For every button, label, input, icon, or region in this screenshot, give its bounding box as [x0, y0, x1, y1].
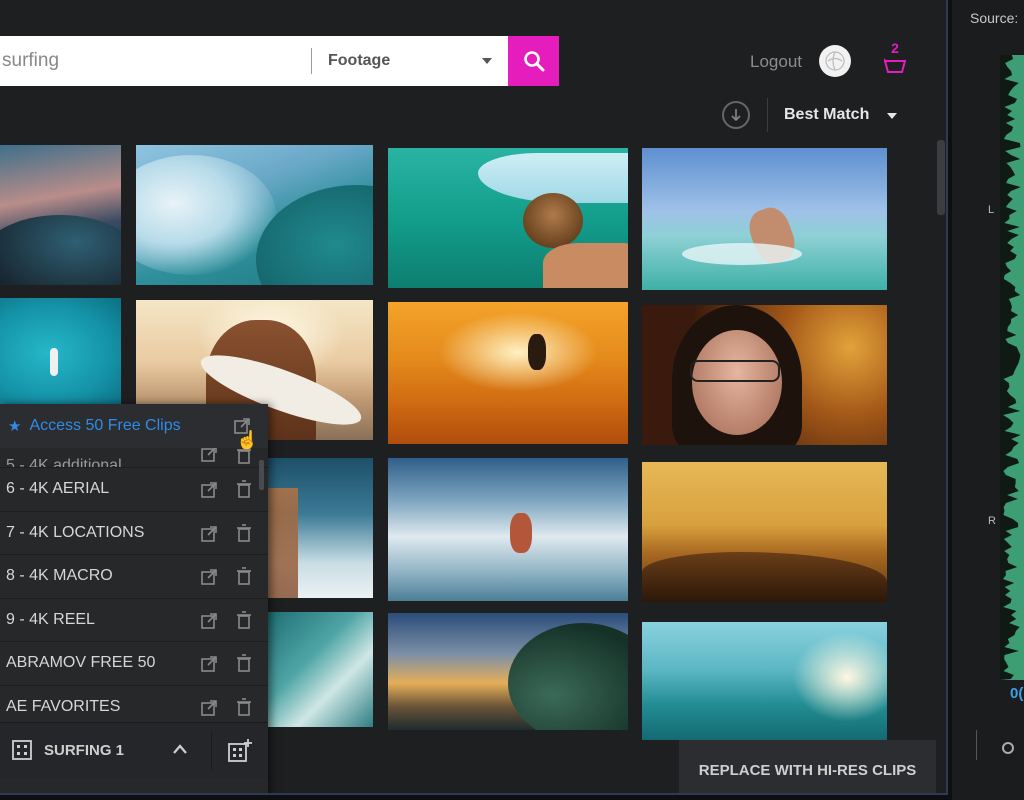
thumbnail-wave-curl-close[interactable]: [268, 612, 373, 727]
replace-with-hi-res-button[interactable]: REPLACE WITH HI-RES CLIPS: [679, 740, 936, 793]
thumbnail-image: [508, 623, 628, 730]
thumbnail-surfer-barrel-wave[interactable]: [136, 145, 373, 285]
arrow-down-icon: [731, 109, 741, 122]
thumbnail-image: [792, 632, 887, 722]
thumbnail-woman-glasses-bokeh[interactable]: [642, 305, 887, 445]
footer-divider: [211, 731, 212, 771]
source-monitor-panel: Source: L R 0(: [952, 0, 1024, 800]
media-type-dropdown[interactable]: Footage: [312, 36, 508, 86]
waveform-graphic: [1000, 55, 1021, 680]
thumbnail-image: [523, 193, 583, 248]
collection-name: 8 - 4K MACRO: [6, 567, 113, 585]
source-label: Source:: [970, 10, 1019, 26]
trash-icon[interactable]: [236, 567, 252, 585]
search-bar: Footage: [0, 36, 508, 86]
thumbnail-image: [528, 334, 546, 370]
external-link-icon[interactable]: [201, 482, 217, 498]
trash-icon[interactable]: [236, 523, 252, 542]
thumbnail-image: [543, 243, 628, 288]
external-link-icon[interactable]: [201, 612, 217, 629]
collection-name: AE FAVORITES: [6, 697, 121, 715]
avatar[interactable]: [819, 45, 851, 77]
access-free-clips-link[interactable]: ★ Access 50 Free Clips ☝: [0, 404, 268, 450]
access-free-clips-label: Access 50 Free Clips: [29, 417, 181, 434]
cart-count: 2: [891, 40, 899, 56]
cart-button[interactable]: 2: [880, 40, 910, 80]
timecode-display[interactable]: 0(: [1010, 685, 1023, 702]
thumbnail-pov-surfer-tube[interactable]: [388, 148, 628, 288]
thumbnail-aerial-surfer-turquoise[interactable]: [0, 298, 121, 408]
external-link-icon[interactable]: [201, 448, 217, 462]
audio-waveform: [1000, 55, 1024, 680]
collection-name: 6 - 4K AERIAL: [6, 480, 110, 498]
collection-item[interactable]: 9 - 4K REEL: [0, 599, 268, 642]
search-button[interactable]: [508, 36, 559, 86]
external-link-icon[interactable]: [201, 656, 217, 672]
thumbnail-surf-tube-sunset[interactable]: [0, 145, 121, 285]
external-link-icon[interactable]: [201, 699, 217, 716]
user-avatar-icon: [825, 51, 845, 71]
collection-name: 9 - 4K REEL: [6, 610, 95, 628]
chevron-up-icon[interactable]: [172, 743, 188, 755]
logout-link[interactable]: Logout: [750, 52, 802, 72]
add-collection-icon[interactable]: [228, 739, 252, 763]
thumbnail-image: [692, 330, 782, 435]
channel-l-label: L: [988, 204, 995, 216]
trash-icon[interactable]: [236, 480, 252, 498]
collections-panel: ★ Access 50 Free Clips ☝ 5 - 4K addition…: [0, 404, 268, 793]
media-type-label: Footage: [328, 52, 391, 69]
thumbnail-image: [0, 215, 121, 285]
collection-item[interactable]: 6 - 4K AERIAL: [0, 468, 268, 512]
caret-down-icon: [482, 58, 492, 64]
collection-name: ABRAMOV FREE 50: [6, 654, 156, 672]
sort-divider: [767, 98, 768, 132]
playhead-handle[interactable]: [1002, 742, 1014, 754]
trash-icon[interactable]: [236, 654, 252, 672]
trash-icon[interactable]: [236, 610, 252, 629]
thumbnail-wave-spray[interactable]: [268, 458, 373, 598]
collection-item[interactable]: ABRAMOV FREE 50: [0, 642, 268, 686]
collection-name: 5 - 4K additional: [6, 457, 122, 468]
timeline-marker: [976, 730, 977, 760]
stock-browser-panel: Footage Logout 2 Best Match: [0, 0, 948, 795]
collections-list: 5 - 4K additional 6 - 4K AERIAL 7 - 4K L…: [0, 448, 268, 729]
thumbnail-surfer-golden-wave[interactable]: [388, 302, 628, 444]
collection-grid-icon: [12, 740, 32, 760]
thumbnail-kitesurfer-action[interactable]: [642, 148, 887, 290]
thumbnail-image: [136, 155, 276, 275]
thumbnail-sunset-golden-sea[interactable]: [642, 462, 887, 602]
thumbnail-image: [268, 488, 298, 598]
thumbnail-image: [438, 312, 598, 392]
collection-item[interactable]: 7 - 4K LOCATIONS: [0, 512, 268, 555]
trash-icon[interactable]: [236, 448, 252, 464]
sort-dropdown[interactable]: Best Match: [784, 106, 869, 124]
current-collection-name[interactable]: SURFING 1: [44, 742, 124, 759]
thumbnail-image: [510, 513, 532, 553]
collections-scrollbar[interactable]: [259, 460, 264, 490]
channel-r-label: R: [988, 515, 996, 527]
external-link-icon[interactable]: [201, 525, 217, 542]
trash-icon[interactable]: [236, 697, 252, 716]
thumbnail-image: [682, 243, 802, 265]
thumbnail-image: [690, 360, 780, 382]
external-link-icon[interactable]: [201, 569, 217, 585]
thumbnail-wave-barrel-turquoise[interactable]: [642, 622, 887, 740]
collection-footer: SURFING 1: [0, 722, 268, 778]
collection-item[interactable]: 5 - 4K additional: [0, 448, 268, 468]
collection-item[interactable]: 8 - 4K MACRO: [0, 555, 268, 599]
results-scrollbar[interactable]: [937, 140, 945, 215]
search-input[interactable]: [0, 36, 305, 86]
cart-icon: [884, 58, 906, 73]
thumbnail-image: [642, 552, 887, 602]
thumbnail-surfer-crashing-wave[interactable]: [388, 458, 628, 601]
thumbnail-image: [50, 348, 58, 376]
thumbnail-wave-barrel-sunset[interactable]: [388, 613, 628, 730]
search-icon: [523, 51, 544, 72]
caret-down-icon[interactable]: [887, 113, 897, 119]
sort-direction-button[interactable]: [722, 101, 750, 129]
collection-name: 7 - 4K LOCATIONS: [6, 523, 145, 541]
star-icon: ★: [8, 418, 22, 435]
